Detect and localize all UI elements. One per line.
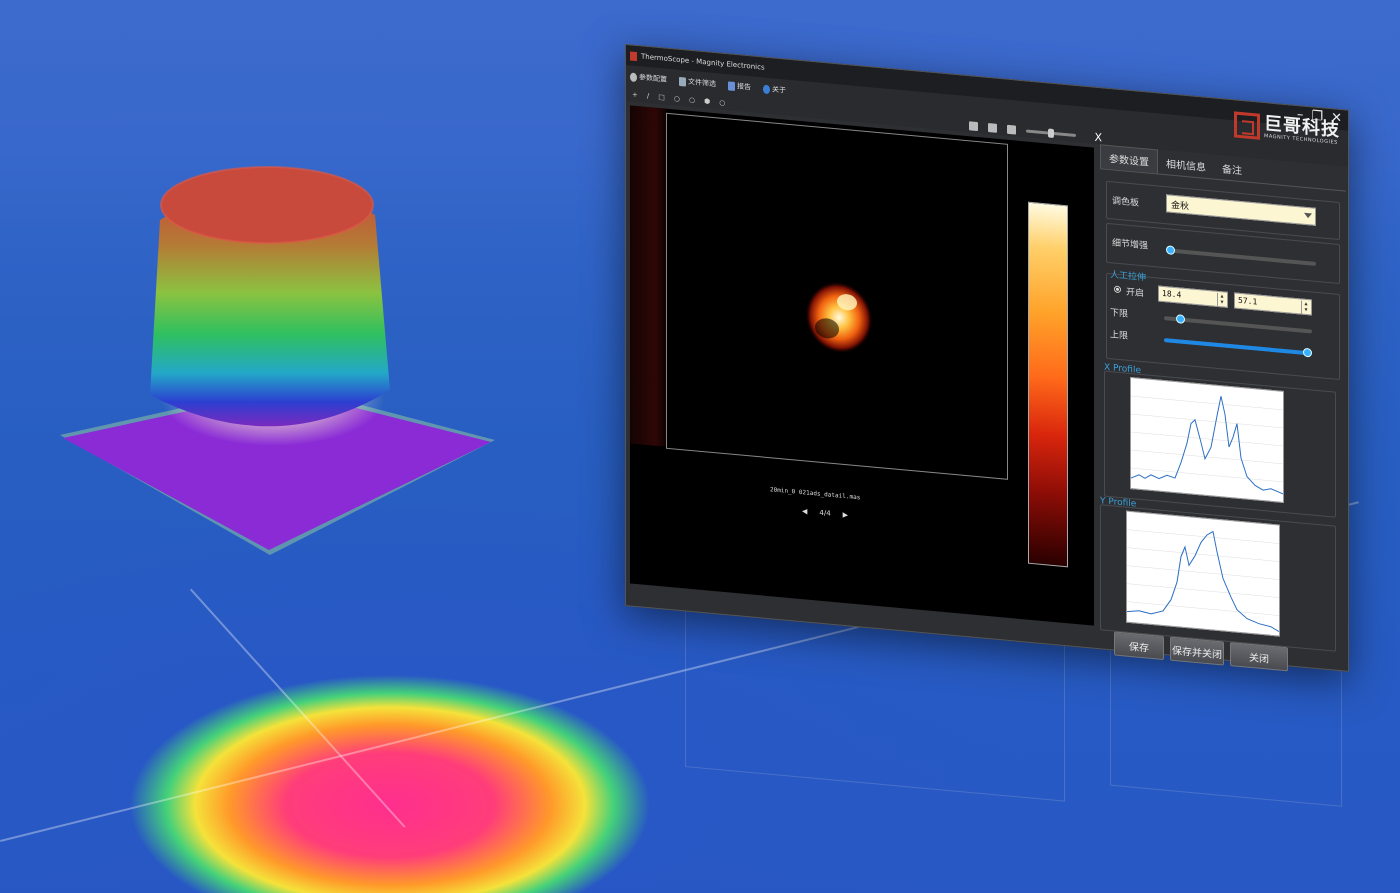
lower-limit-slider-knob[interactable] xyxy=(1176,314,1185,324)
ellipse-tool[interactable]: ○ xyxy=(674,94,680,103)
menu-item-label: 参数配置 xyxy=(639,73,667,84)
chevron-down-icon xyxy=(1304,212,1312,219)
tab-camera-info[interactable]: 相机信息 xyxy=(1158,150,1214,179)
app-icon xyxy=(630,50,637,61)
x-profile-plot xyxy=(1130,376,1284,503)
palette-select-value: 金秋 xyxy=(1171,200,1190,213)
report-icon xyxy=(728,80,735,91)
upper-limit-label: 上限 xyxy=(1110,330,1129,342)
app-window: ThermoScope - Magnity Electronics – ❐ ✕ … xyxy=(625,44,1349,672)
background-grid-line xyxy=(190,588,406,828)
tab-parameter-settings[interactable]: 参数设置 xyxy=(1100,144,1158,174)
copy-icon[interactable] xyxy=(1007,124,1017,135)
save-button[interactable]: 保存 xyxy=(1114,631,1164,661)
thermal-image[interactable] xyxy=(666,112,1008,480)
spinner-arrows-icon[interactable]: ▲ ▼ xyxy=(1217,292,1226,307)
filter-icon xyxy=(679,76,686,87)
menu-item-label: 关于 xyxy=(772,85,786,95)
upper-limit-value: 57.1 xyxy=(1238,295,1258,307)
settings-panel: 参数设置 相机信息 备注 调色板 金秋 细节增强 人工拉伸 开启 18.4 ▲ ▼… xyxy=(1100,144,1346,672)
fit-view-icon[interactable] xyxy=(969,120,979,131)
next-image-icon[interactable]: ▶ xyxy=(843,511,848,519)
menu-item-label: 文件筛选 xyxy=(688,77,716,89)
lower-limit-label: 下限 xyxy=(1110,308,1129,320)
zoom-slider-thumb[interactable] xyxy=(1048,128,1055,138)
info-icon xyxy=(763,84,770,94)
brand-mark-icon xyxy=(1234,111,1260,140)
palette-label: 调色板 xyxy=(1112,196,1140,209)
menu-item-filter[interactable]: 文件筛选 xyxy=(679,76,716,89)
menu-item-about[interactable]: 关于 xyxy=(763,84,786,96)
detail-enhance-slider-knob[interactable] xyxy=(1166,245,1175,256)
polygon-tool[interactable]: ⬢ xyxy=(704,97,710,106)
lower-limit-value: 18.4 xyxy=(1162,288,1182,300)
color-scale-bar xyxy=(1028,201,1068,568)
tab-notes[interactable]: 备注 xyxy=(1214,155,1250,182)
crosshair-tool[interactable]: + xyxy=(632,91,638,100)
enable-radio[interactable] xyxy=(1114,285,1121,294)
image-icon[interactable] xyxy=(988,122,998,133)
zoom-slider[interactable] xyxy=(1026,128,1077,138)
image-pager: ◀ 4/4 ▶ xyxy=(802,507,848,519)
close-button[interactable]: 关闭 xyxy=(1230,642,1288,672)
beam-3d-plot-graphic xyxy=(60,166,495,555)
page-indicator: 4/4 xyxy=(819,508,831,518)
point-tool[interactable]: ○ xyxy=(719,99,725,108)
circle-tool[interactable]: ○ xyxy=(689,96,695,105)
close-image-button[interactable]: X xyxy=(1094,130,1102,144)
menu-item-label: 报告 xyxy=(737,82,751,92)
image-viewer[interactable]: 20min_0 021ads_datail.mas ◀ 4/4 ▶ xyxy=(630,105,1094,626)
spinner-arrows-icon[interactable]: ▲ ▼ xyxy=(1301,300,1310,315)
line-tool[interactable]: / xyxy=(647,92,649,100)
thermal-spot-graphic xyxy=(805,281,873,354)
gear-icon xyxy=(630,71,637,82)
y-profile-plot xyxy=(1126,510,1280,637)
image-filename: 20min_0 021ads_datail.mas xyxy=(770,486,861,502)
previous-image-icon[interactable]: ◀ xyxy=(802,507,807,515)
image-edge-artifact xyxy=(630,105,666,447)
menu-item-config[interactable]: 参数配置 xyxy=(630,71,667,84)
enable-label: 开启 xyxy=(1126,287,1145,300)
save-and-close-button[interactable]: 保存并关闭 xyxy=(1170,636,1224,666)
upper-limit-slider-knob[interactable] xyxy=(1303,347,1312,358)
rectangle-tool[interactable]: □ xyxy=(658,93,665,102)
menu-item-report[interactable]: 报告 xyxy=(728,80,751,92)
